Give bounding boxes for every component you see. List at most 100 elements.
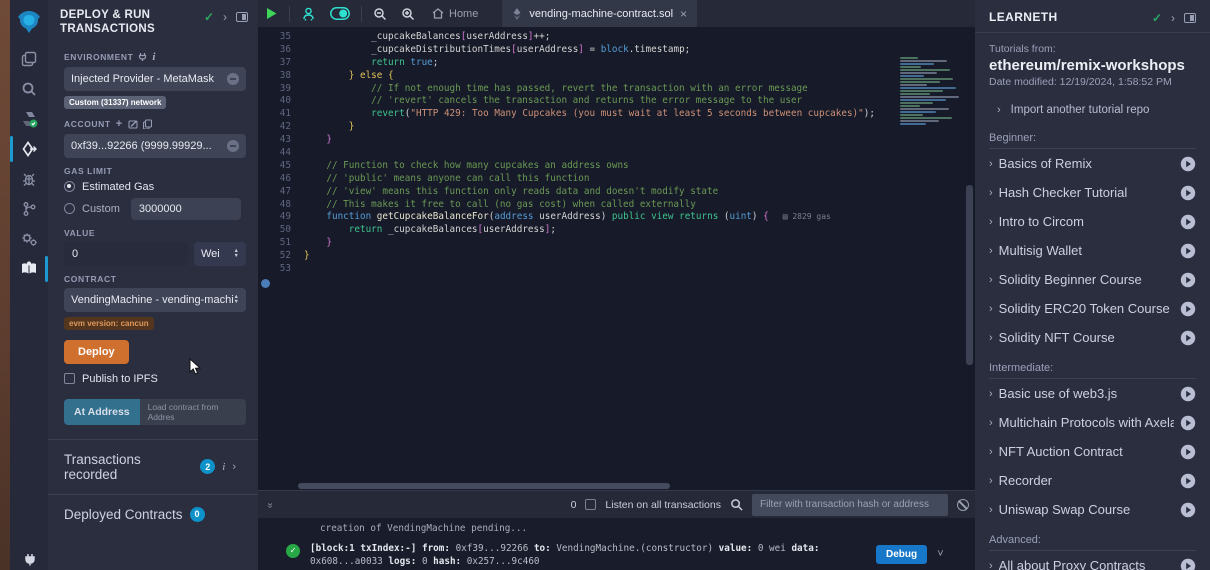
tutorial-expand-icon[interactable]: › bbox=[989, 303, 993, 315]
value-unit-select[interactable]: Wei ▲▼ bbox=[194, 242, 246, 266]
solidity-compiler-icon[interactable] bbox=[10, 104, 48, 134]
environment-menu-icon[interactable] bbox=[227, 73, 239, 85]
editor-vertical-scrollbar[interactable] bbox=[965, 27, 974, 490]
panel-collapse-icon[interactable]: › bbox=[223, 10, 227, 24]
line-number[interactable]: 40 bbox=[258, 95, 304, 108]
tab-close-icon[interactable]: × bbox=[680, 7, 687, 21]
run-script-icon[interactable] bbox=[258, 7, 285, 20]
line-number[interactable]: 53 bbox=[258, 263, 304, 276]
breakpoint-dot[interactable] bbox=[261, 279, 270, 288]
tutorial-play-button[interactable] bbox=[1180, 243, 1196, 259]
tutorial-play-button[interactable] bbox=[1180, 502, 1196, 518]
tutorial-play-button[interactable] bbox=[1180, 330, 1196, 346]
line-number[interactable]: 51 bbox=[258, 237, 304, 250]
contract-stepper-icon[interactable]: ▲▼ bbox=[234, 295, 239, 305]
tutorial-expand-icon[interactable]: › bbox=[989, 274, 993, 286]
code-editor[interactable]: 35 _cupcakeBalances[userAddress]++;36 _c… bbox=[258, 27, 975, 490]
tutorial-play-button[interactable] bbox=[1180, 473, 1196, 489]
line-number[interactable]: 45 bbox=[258, 160, 304, 173]
tutorial-expand-icon[interactable]: › bbox=[989, 504, 993, 516]
line-number[interactable]: 43 bbox=[258, 134, 304, 147]
sign-message-icon[interactable] bbox=[128, 119, 138, 129]
debug-button[interactable]: Debug bbox=[876, 545, 927, 564]
transactions-expand-icon[interactable]: › bbox=[232, 461, 242, 473]
tutorial-item[interactable]: ›Solidity NFT Course bbox=[989, 323, 1196, 352]
tutorial-item[interactable]: ›Basics of Remix bbox=[989, 149, 1196, 178]
at-address-button[interactable]: At Address bbox=[64, 399, 140, 425]
line-number[interactable]: 48 bbox=[258, 199, 304, 212]
terminal-output[interactable]: creation of VendingMachine pending... ✓ … bbox=[258, 518, 975, 570]
publish-ipfs-checkbox[interactable] bbox=[64, 373, 75, 384]
editor-minimap[interactable] bbox=[900, 57, 962, 126]
deployed-contracts-row[interactable]: Deployed Contracts 0 bbox=[64, 495, 246, 534]
tutorial-play-button[interactable] bbox=[1180, 214, 1196, 230]
line-number[interactable]: 35 bbox=[258, 31, 304, 44]
tutorial-expand-icon[interactable]: › bbox=[989, 560, 993, 570]
line-number[interactable]: 52 bbox=[258, 250, 304, 263]
editor-horizontal-scrollbar[interactable] bbox=[298, 483, 670, 489]
environment-info-icon[interactable]: i bbox=[152, 51, 156, 63]
import-repo-row[interactable]: › Import another tutorial repo bbox=[975, 88, 1210, 122]
code-line[interactable]: 50 return _cupcakeBalances[userAddress]; bbox=[258, 224, 975, 237]
code-line[interactable]: 37 return true; bbox=[258, 57, 975, 70]
tab-vending-machine-contract[interactable]: vending-machine-contract.sol × bbox=[502, 0, 697, 27]
code-line[interactable]: 39 // If not enough time has passed, rev… bbox=[258, 83, 975, 96]
tutorial-item[interactable]: ›Basic use of web3.js bbox=[989, 379, 1196, 408]
contract-select[interactable]: VendingMachine - vending-machin ▲▼ bbox=[64, 288, 246, 312]
terminal-collapse-icon[interactable]: » bbox=[264, 493, 275, 517]
tutorial-item[interactable]: ›Uniswap Swap Course bbox=[989, 495, 1196, 524]
tutorial-item[interactable]: ›NFT Auction Contract bbox=[989, 437, 1196, 466]
tutorial-expand-icon[interactable]: › bbox=[989, 332, 993, 344]
tutorial-item[interactable]: ›All about Proxy Contracts bbox=[989, 551, 1196, 570]
code-line[interactable]: 48 // This makes it free to call (no gas… bbox=[258, 199, 975, 212]
tutorial-item[interactable]: ›Hash Checker Tutorial bbox=[989, 178, 1196, 207]
listen-all-checkbox[interactable] bbox=[585, 499, 596, 510]
line-number[interactable]: 46 bbox=[258, 173, 304, 186]
tutorial-item[interactable]: ›Multisig Wallet bbox=[989, 236, 1196, 265]
value-input[interactable]: 0 bbox=[64, 242, 188, 266]
learneth-pin-icon[interactable] bbox=[1184, 13, 1196, 23]
tutorial-play-button[interactable] bbox=[1180, 386, 1196, 402]
deploy-button[interactable]: Deploy bbox=[64, 340, 129, 364]
tutorial-item[interactable]: ›Intro to Circom bbox=[989, 207, 1196, 236]
tutorial-expand-icon[interactable]: › bbox=[989, 216, 993, 228]
tutorial-play-button[interactable] bbox=[1180, 558, 1196, 570]
line-number[interactable]: 49 bbox=[258, 211, 304, 224]
tutorial-play-button[interactable] bbox=[1180, 444, 1196, 460]
transactions-recorded-row[interactable]: Transactions recorded 2 i › bbox=[64, 440, 246, 494]
code-line[interactable]: 38 } else { bbox=[258, 70, 975, 83]
account-menu-icon[interactable] bbox=[227, 140, 239, 152]
debugger-icon[interactable] bbox=[10, 164, 48, 194]
line-number[interactable]: 36 bbox=[258, 44, 304, 57]
code-line[interactable]: 42 } bbox=[258, 121, 975, 134]
tx-expand-icon[interactable]: ˅ bbox=[937, 547, 944, 561]
transaction-log-row[interactable]: ✓ [block:1 txIndex:-] from: 0xf39...9226… bbox=[258, 534, 975, 568]
learneth-icon[interactable] bbox=[10, 254, 48, 284]
git-icon[interactable] bbox=[10, 194, 48, 224]
environment-select[interactable]: Injected Provider - MetaMask bbox=[64, 67, 246, 91]
code-line[interactable]: 40 // 'revert' cancels the transaction a… bbox=[258, 95, 975, 108]
code-line[interactable]: 47 // 'view' means this function only re… bbox=[258, 186, 975, 199]
line-number[interactable]: 50 bbox=[258, 224, 304, 237]
learneth-collapse-icon[interactable]: › bbox=[1171, 11, 1175, 25]
tutorial-play-button[interactable] bbox=[1180, 156, 1196, 172]
code-line[interactable]: 52} bbox=[258, 250, 975, 263]
ai-assistant-icon[interactable] bbox=[294, 7, 323, 21]
line-number[interactable]: 38 bbox=[258, 70, 304, 83]
panel-pin-icon[interactable] bbox=[236, 12, 248, 22]
tutorial-item[interactable]: ›Solidity ERC20 Token Course bbox=[989, 294, 1196, 323]
tutorial-expand-icon[interactable]: › bbox=[989, 417, 993, 429]
file-explorer-icon[interactable] bbox=[10, 44, 48, 74]
tutorial-play-button[interactable] bbox=[1180, 415, 1196, 431]
unit-stepper-icon[interactable]: ▲▼ bbox=[234, 249, 239, 259]
terminal-filter-input[interactable] bbox=[752, 494, 948, 516]
estimated-gas-radio[interactable] bbox=[64, 181, 75, 192]
code-line[interactable]: 49 function getCupcakeBalanceFor(address… bbox=[258, 211, 975, 224]
plugin-manager-icon[interactable] bbox=[10, 546, 48, 570]
tutorial-item[interactable]: ›Recorder bbox=[989, 466, 1196, 495]
ai-toggle-icon[interactable] bbox=[323, 7, 357, 20]
clear-terminal-icon[interactable] bbox=[957, 499, 969, 511]
code-line[interactable]: 46 // 'public' means anyone can call thi… bbox=[258, 173, 975, 186]
tutorial-expand-icon[interactable]: › bbox=[989, 245, 993, 257]
tutorial-expand-icon[interactable]: › bbox=[989, 475, 993, 487]
